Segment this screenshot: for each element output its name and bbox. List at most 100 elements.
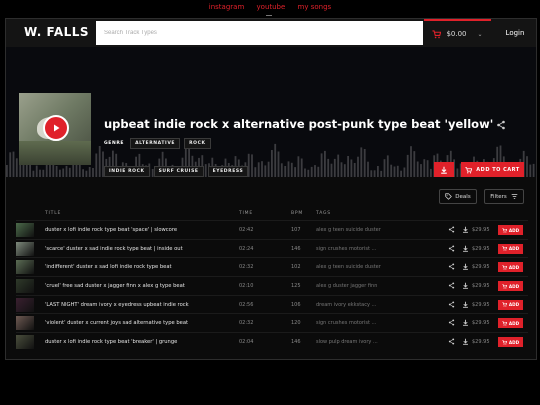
table-row[interactable]: duster x lofi indie rock type beat 'spac… [16,220,528,239]
track-tags[interactable]: alex g duster jagger finn [316,283,377,289]
add-button[interactable]: ADD [498,243,523,254]
track-price: $29.95 [472,320,490,327]
add-label: ADD [508,264,520,270]
track-tags[interactable]: alex g teen suicide duster [316,227,381,233]
track-title[interactable]: 'scarce' duster x sad indie rock type be… [45,246,183,252]
login-button[interactable]: Login [494,19,536,47]
column-time: TIME [239,211,254,216]
download-icon[interactable] [462,301,469,308]
share-icon[interactable] [448,338,455,345]
track-price: $29.95 [472,339,490,346]
track-thumbnail[interactable] [16,316,34,331]
cart-icon [502,246,507,251]
track-tags[interactable]: alex g teen suicide duster [316,264,381,270]
track-price: $29.95 [472,283,490,290]
track-tags[interactable]: sign crushes motorist ... [316,246,376,252]
download-icon[interactable] [462,226,469,233]
add-button[interactable]: ADD [498,262,523,273]
brand-logo[interactable]: W. FALLS [24,25,89,39]
track-thumbnail[interactable] [16,297,34,312]
download-button[interactable] [434,162,454,177]
track-title[interactable]: 'violent' duster x current joys sad alte… [45,320,188,326]
track-title[interactable]: 'cruel' free sad duster x jagger finn x … [45,283,185,289]
download-icon[interactable] [462,282,469,289]
track-tags[interactable]: sign crushes motorist ... [316,320,376,326]
share-icon[interactable] [496,120,506,130]
add-label: ADD [508,246,520,252]
deals-button[interactable]: Deals [439,189,477,204]
share-icon[interactable] [448,319,455,326]
track-time: 02:24 [239,245,254,252]
share-icon[interactable] [448,301,455,308]
track-bpm: 102 [291,264,301,271]
cart-icon [502,339,507,345]
track-bpm: 120 [291,320,301,327]
cart-button[interactable]: $0.00 ⌄ [424,19,491,47]
cover-art [19,93,91,165]
track-thumbnail[interactable] [16,223,34,237]
add-label: ADD [508,320,520,326]
tracklist: duster x lofi indie rock type beat 'spac… [16,220,528,351]
track-bpm: 106 [291,301,301,308]
tag-icon [445,193,453,200]
column-bpm: BPM [291,211,304,216]
track-tag[interactable]: EYEDRESS [207,166,249,177]
track-time: 02:04 [239,339,254,346]
download-icon[interactable] [462,319,469,327]
add-button[interactable]: ADD [498,281,523,292]
track-title[interactable]: duster x lofi indie rock type beat 'spac… [45,227,177,233]
add-button[interactable]: ADD [498,337,523,348]
cart-icon [465,166,473,173]
track-thumbnail[interactable] [16,279,34,294]
track-tag[interactable]: INDIE ROCK [104,166,150,177]
track-tag[interactable]: SURF CRUISE [153,166,204,177]
download-icon[interactable] [462,338,469,345]
table-row[interactable]: 'scarce' duster x sad indie rock type be… [16,238,528,258]
download-icon[interactable] [462,245,469,252]
search-input[interactable] [96,21,423,45]
track-tags[interactable]: slow pulp dream ivory ... [316,339,378,345]
track-tags[interactable]: dream ivory ekkstacy ... [316,302,376,308]
cart-icon [432,29,442,38]
genre-tag[interactable]: ROCK [184,138,211,149]
track-bpm: 107 [291,227,301,233]
track-thumbnail[interactable] [16,335,34,350]
cart-icon [502,321,507,326]
play-button[interactable] [43,115,69,141]
add-to-cart-button[interactable]: ADD TO CART [461,162,524,177]
table-row[interactable]: 'violent' duster x current joys sad alte… [16,313,528,332]
table-row[interactable]: 'LAST NIGHT' dream ivory x eyedress upbe… [16,294,528,314]
cart-icon [502,302,507,307]
share-icon[interactable] [448,263,455,270]
download-icon[interactable] [462,263,469,271]
track-title[interactable]: 'LAST NIGHT' dream ivory x eyedress upbe… [45,302,189,308]
add-button[interactable]: ADD [498,299,523,310]
track-price: $29.95 [472,245,490,252]
genre-tag[interactable]: ALTERNATIVE [130,138,181,149]
filters-button[interactable]: Filters [484,189,524,204]
download-icon [441,166,447,174]
share-icon[interactable] [448,226,455,233]
share-icon[interactable] [448,282,455,289]
add-button[interactable]: ADD [498,318,523,329]
share-icon[interactable] [448,245,455,252]
track-title[interactable]: 'indifferent' duster x sad lofi indie ro… [45,264,172,270]
youtube-link[interactable]: youtube [257,3,286,11]
my-songs-link[interactable]: my songs [298,3,332,11]
table-row[interactable]: duster x lofi indie rock type beat 'brea… [16,332,528,351]
track-bpm: 146 [291,339,301,346]
instagram-link[interactable]: instagram [209,3,245,11]
featured-track: upbeat indie rock x alternative post-pun… [6,47,536,177]
track-thumbnail[interactable] [16,260,34,275]
track-title[interactable]: duster x lofi indie rock type beat 'brea… [45,339,177,345]
genre-label: GENRE [104,141,125,146]
table-row[interactable]: 'cruel' free sad duster x jagger finn x … [16,276,528,295]
filters-label: Filters [490,193,507,200]
track-time: 02:32 [239,320,254,327]
cart-icon [502,283,507,289]
table-row[interactable]: 'indifferent' duster x sad lofi indie ro… [16,257,528,276]
add-button[interactable]: ADD [498,225,523,235]
add-label: ADD [508,339,520,345]
track-thumbnail[interactable] [16,241,34,256]
player-frame: W. FALLS $0.00 ⌄ Login upbeat indie rock… [5,18,537,360]
